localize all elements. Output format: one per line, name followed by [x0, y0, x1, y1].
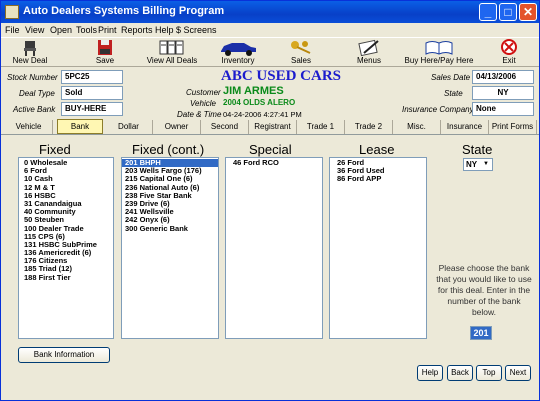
menu-help[interactable]: Help: [155, 23, 174, 37]
maximize-button[interactable]: □: [499, 3, 517, 21]
active-bank-label: Active Bank: [13, 105, 56, 114]
minimize-button[interactable]: _: [479, 3, 497, 21]
book-icon: [425, 41, 453, 55]
list-item[interactable]: 300 Generic Bank: [122, 224, 218, 233]
dealer-name: ABC USED CARS: [220, 68, 342, 84]
menus-button[interactable]: Menus: [347, 39, 391, 67]
tab-second[interactable]: Second: [201, 120, 249, 134]
tab-vehicle[interactable]: Vehicle: [5, 120, 53, 134]
chevron-down-icon[interactable]: ▼: [481, 160, 491, 169]
tab-bar: Vehicle Bank Dollar Owner Second Registr…: [1, 119, 539, 135]
view-all-deals-button[interactable]: View All Deals: [145, 39, 199, 67]
stock-number-field[interactable]: 5PC25: [61, 70, 123, 84]
insurance-company-label: Insurance Company: [402, 105, 474, 114]
pen-paper-icon: [358, 39, 379, 56]
tab-owner[interactable]: Owner: [153, 120, 201, 134]
top-button[interactable]: Top: [476, 365, 502, 381]
fixed-heading: Fixed: [39, 142, 71, 157]
exit-icon: [501, 39, 517, 55]
customer-value: JIM ARMES: [223, 85, 284, 97]
fixed-cont-bank-list[interactable]: 201 BHPH 203 Wells Fargo (176) 215 Capital…: [121, 157, 219, 339]
bank-information-button[interactable]: Bank Information: [18, 347, 110, 363]
menu-print[interactable]: Print: [98, 23, 117, 37]
state-label: State: [444, 89, 463, 98]
state-select-value: NY: [466, 160, 478, 169]
sales-date-label: Sales Date: [431, 73, 471, 82]
special-bank-list[interactable]: 46 Ford RCO: [225, 157, 323, 339]
fixed-cont-heading: Fixed (cont.): [132, 142, 205, 157]
deal-type-field[interactable]: Sold: [61, 86, 123, 100]
menu-file[interactable]: File: [5, 23, 20, 37]
menu-view[interactable]: View: [25, 23, 44, 37]
tab-insurance[interactable]: Insurance: [441, 120, 489, 134]
tab-print-forms[interactable]: Print Forms: [489, 120, 537, 134]
fixed-bank-list[interactable]: 0 Wholesale 6 Ford 10 Cash 12 M & T 16 HSBC 3…: [18, 157, 114, 339]
sales-date-field[interactable]: 04/13/2006: [472, 70, 534, 84]
lease-heading: Lease: [359, 142, 395, 157]
list-item[interactable]: 46 Ford RCO: [230, 158, 322, 167]
view-deals-icon: [159, 40, 184, 55]
state-select[interactable]: NY ▼: [463, 158, 493, 171]
tab-misc[interactable]: Misc.: [393, 120, 441, 134]
tab-bank[interactable]: Bank: [57, 119, 103, 134]
toolbar: New Deal Save View All Deals Inventory S…: [1, 37, 539, 67]
menu-bar: File View Open Tools Print Reports Help …: [1, 23, 539, 37]
tab-registrant[interactable]: Registrant: [249, 120, 297, 134]
tab-dollar[interactable]: Dollar: [105, 120, 153, 134]
keys-icon: [291, 41, 311, 54]
menu-open[interactable]: Open: [50, 23, 72, 37]
list-item[interactable]: 86 Ford APP: [334, 175, 426, 183]
customer-label: Customer: [186, 88, 221, 97]
app-icon: [5, 5, 19, 19]
next-button[interactable]: Next: [505, 365, 531, 381]
vehicle-value: 2004 OLDS ALERO: [223, 98, 296, 107]
buy-here-pay-here-button[interactable]: Buy Here/Pay Here: [401, 39, 477, 67]
car-icon: [221, 43, 256, 56]
save-button[interactable]: Save: [85, 39, 125, 67]
sales-button[interactable]: Sales: [281, 39, 321, 67]
special-heading: Special: [249, 142, 292, 157]
lease-bank-list[interactable]: 26 Ford 36 Ford Used 86 Ford APP: [329, 157, 427, 339]
bank-number-input[interactable]: 201: [470, 326, 492, 340]
title-bar: Auto Dealers Systems Billing Program _ □…: [1, 1, 539, 23]
menu-screens[interactable]: $ Screens: [176, 23, 217, 37]
help-button[interactable]: Help: [417, 365, 443, 381]
bank-hint-text: Please choose the bank that you would li…: [436, 263, 532, 317]
exit-button[interactable]: Exit: [491, 39, 527, 67]
window-title: Auto Dealers Systems Billing Program: [23, 5, 225, 17]
inventory-button[interactable]: Inventory: [213, 39, 263, 67]
save-icon: [98, 40, 112, 55]
chair-icon: [24, 41, 36, 56]
menu-reports[interactable]: Reports: [121, 23, 153, 37]
deal-type-label: Deal Type: [19, 89, 55, 98]
tab-trade-2[interactable]: Trade 2: [345, 120, 393, 134]
date-time-label: Date & Time: [177, 110, 222, 119]
main-window: Auto Dealers Systems Billing Program _ □…: [0, 0, 540, 401]
vehicle-label: Vehicle: [190, 99, 216, 108]
stock-number-label: Stock Number: [7, 73, 58, 82]
state-heading: State: [462, 142, 493, 157]
menu-tools[interactable]: Tools: [76, 23, 97, 37]
tab-trade-1[interactable]: Trade 1: [297, 120, 345, 134]
back-button[interactable]: Back: [447, 365, 473, 381]
insurance-company-field[interactable]: None: [472, 102, 534, 116]
new-deal-button[interactable]: New Deal: [9, 39, 51, 67]
active-bank-field[interactable]: BUY-HERE: [61, 102, 123, 116]
close-button[interactable]: ✕: [519, 3, 537, 21]
state-field[interactable]: NY: [472, 86, 534, 100]
list-item[interactable]: 188 First Tier: [21, 273, 113, 282]
date-time-value: 04-24-2006 4:27:41 PM: [223, 110, 302, 119]
